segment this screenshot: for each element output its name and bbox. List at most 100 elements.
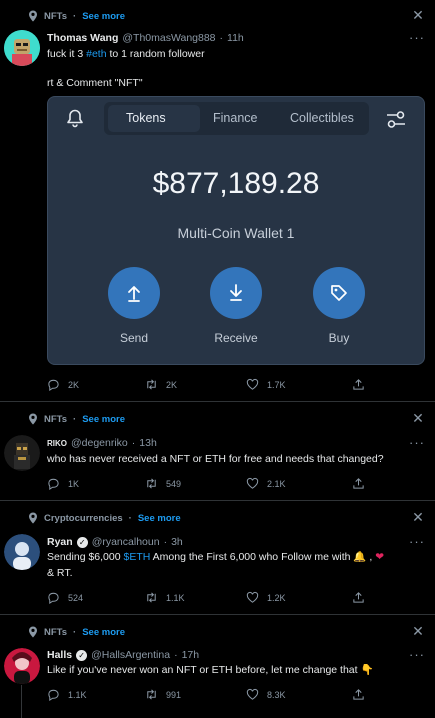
reply-icon [48,379,59,391]
tab-tokens[interactable]: Tokens [126,111,166,125]
reply-button[interactable]: 1.1K [47,688,87,701]
context-topic[interactable]: NFTs [44,627,67,638]
verified-badge-icon: ✓ [76,536,88,548]
tweet-text-line2: rt & Comment "NFT" [47,77,143,89]
reply-button[interactable]: 2K [47,378,79,391]
retweet-button[interactable]: 549 [145,477,181,490]
tweet-context: NFTs · See more [28,413,125,425]
heart-icon [246,591,259,603]
tweet-thomas-wang[interactable]: NFTs · See more ✕ Thomas Wang @Th0masWan… [0,0,435,402]
cashtag-link[interactable]: $ETH [123,551,150,563]
tweet-image-wallet[interactable]: Tokens Finance Collectibles $877,189.28 … [47,96,425,365]
avatar[interactable] [4,534,40,570]
tweet-text: who has never received a NFT or ETH for … [47,453,384,465]
see-more-link[interactable]: See more [82,414,125,425]
tweet-time[interactable]: 11h [227,32,244,44]
see-more-link[interactable]: See more [138,513,181,524]
share-icon [353,379,364,390]
like-button[interactable]: 8.3K [246,688,286,701]
reply-button[interactable]: 1K [47,477,79,490]
author-handle[interactable]: @HallsArgentina [91,649,170,661]
like-button[interactable]: 1.7K [246,378,286,391]
share-button[interactable] [352,378,365,391]
topic-pin-icon [29,512,37,524]
reply-icon [48,689,59,701]
more-options-icon[interactable]: ··· [409,535,425,548]
send-label: Send [119,331,149,345]
tweet-text: Sending $6,000 $ETH Among the First 6,00… [47,551,385,563]
bell-emoji-icon: 🔔 [353,551,367,563]
tweet-time[interactable]: 3h [171,536,183,548]
wallet-name: Multi-Coin Wallet 1 [177,225,295,241]
tab-collectibles[interactable]: Collectibles [290,111,354,125]
tweet-ryan[interactable]: Cryptocurrencies · See more ✕ Ryan ✓ @ry… [0,502,435,615]
like-button[interactable]: 1.2K [246,591,286,604]
tweet-riko[interactable]: NFTs · See more ✕ RIKO @degenriko · 13h … [0,403,435,501]
retweet-icon [147,592,156,603]
tab-finance[interactable]: Finance [213,111,257,125]
price-tag-icon [331,285,347,301]
send-button[interactable] [108,267,160,319]
retweet-icon [147,379,156,390]
buy-button[interactable] [313,267,365,319]
receive-label: Receive [214,331,258,345]
tweet-context: NFTs · See more [28,10,125,22]
author-handle[interactable]: @ryancalhoun [92,536,160,548]
receive-arrow-down-icon [230,284,242,301]
avatar[interactable] [4,30,40,66]
author-handle[interactable]: @Th0masWang888 [122,32,215,44]
tweet-time[interactable]: 17h [182,649,200,661]
hashtag-link[interactable]: #eth [86,48,106,60]
context-topic[interactable]: NFTs [44,414,67,425]
tweet-actions: 2K 2K 1.7K [47,378,377,392]
heart-icon [246,688,259,700]
heart-emoji-icon: ❤ [375,551,385,563]
close-icon[interactable]: ✕ [411,411,425,425]
see-more-link[interactable]: See more [82,11,125,22]
close-icon[interactable]: ✕ [411,510,425,524]
topic-pin-icon [29,10,37,22]
wallet-tab-bar: Tokens Finance Collectibles [104,102,369,135]
reply-icon [48,478,59,490]
buy-label: Buy [328,331,350,345]
share-button[interactable] [352,591,365,604]
share-button[interactable] [352,688,365,701]
retweet-button[interactable]: 2K [145,378,177,391]
see-more-link[interactable]: See more [82,627,125,638]
tweet-context: Cryptocurrencies · See more [28,512,181,524]
context-topic[interactable]: NFTs [44,11,67,22]
context-topic[interactable]: Cryptocurrencies [44,513,123,524]
heart-icon [246,378,259,390]
avatar[interactable] [4,435,40,471]
retweet-button[interactable]: 991 [145,688,181,701]
topic-pin-icon [29,413,37,425]
wallet-balance: $877,189.28 [152,167,320,200]
share-button[interactable] [352,477,365,490]
thread-line [21,685,22,718]
tweet-halls[interactable]: NFTs · See more ✕ Halls ✓ @HallsArgentin… [0,616,435,718]
more-options-icon[interactable]: ··· [409,436,425,449]
receive-button[interactable] [210,267,262,319]
tweet-time[interactable]: 13h [139,437,157,449]
like-button[interactable]: 2.1K [246,477,286,490]
retweet-button[interactable]: 1.1K [145,591,185,604]
author-name[interactable]: Halls [47,649,72,661]
more-options-icon[interactable]: ··· [409,31,425,44]
tweet-actions: 524 1.1K 1.2K [47,591,377,605]
author-name[interactable]: Ryan [47,536,73,548]
share-icon [353,592,364,603]
reply-icon [48,592,59,604]
share-icon [353,478,364,489]
author-handle[interactable]: @degenriko [71,437,128,449]
avatar[interactable] [4,648,40,684]
author-name[interactable]: RIKO [47,439,67,448]
tweet-context: NFTs · See more [28,626,125,638]
heart-icon [246,477,259,489]
close-icon[interactable]: ✕ [411,8,425,22]
reply-button[interactable]: 524 [47,591,83,604]
tweet-actions: 1K 549 2.1K [47,477,377,491]
author-name[interactable]: Thomas Wang [47,32,118,44]
more-options-icon[interactable]: ··· [409,648,425,661]
tweet-text: Like if you've never won an NFT or ETH b… [47,664,374,676]
close-icon[interactable]: ✕ [411,624,425,638]
